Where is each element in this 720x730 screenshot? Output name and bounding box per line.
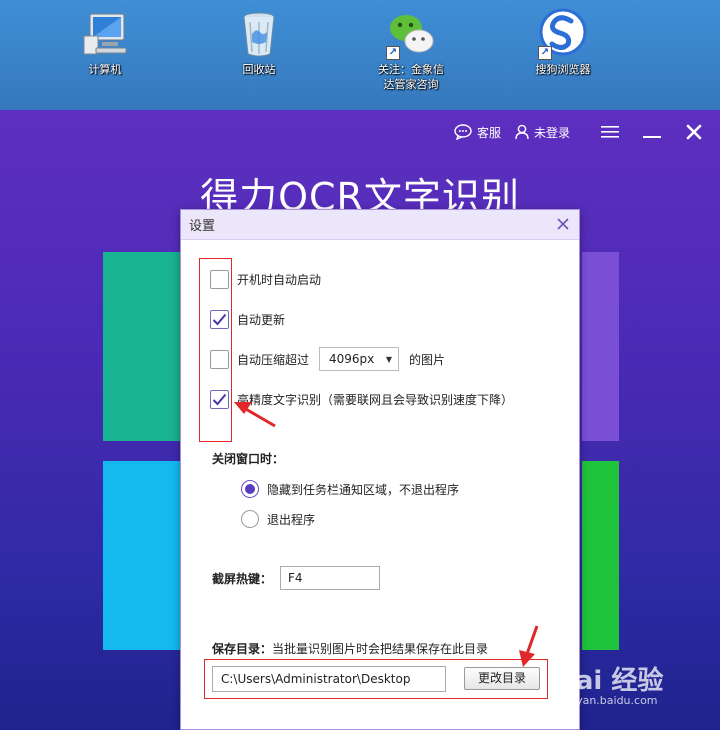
desktop-icon-wechat[interactable]: ↗ 关注：金象信 达管家咨询 bbox=[356, 8, 466, 92]
minimize-icon bbox=[643, 136, 661, 138]
customer-service-label: 客服 bbox=[476, 125, 501, 140]
feature-tile-violet[interactable] bbox=[582, 252, 619, 441]
close-option-exit: 退出程序 bbox=[241, 508, 315, 530]
compress-label-after: 的图片 bbox=[409, 352, 446, 367]
desktop-icon-label: 计算机 bbox=[88, 63, 122, 76]
compress-size-value: 4096px bbox=[329, 352, 375, 366]
chat-bubble-icon bbox=[454, 124, 472, 140]
desktop-icon-computer[interactable]: 计算机 bbox=[50, 8, 160, 77]
autostart-label: 开机时自动启动 bbox=[237, 272, 322, 287]
computer-icon bbox=[80, 8, 130, 58]
close-icon bbox=[557, 217, 569, 230]
desktop-icon-label: 搜狗浏览器 bbox=[535, 63, 591, 76]
close-icon bbox=[686, 124, 702, 140]
app-close-button[interactable] bbox=[684, 122, 704, 142]
user-icon bbox=[515, 124, 529, 140]
hide-to-tray-radio[interactable] bbox=[241, 480, 259, 498]
customer-service-button[interactable]: 客服 bbox=[454, 124, 501, 141]
login-label: 未登录 bbox=[533, 125, 570, 140]
login-button[interactable]: 未登录 bbox=[515, 124, 570, 141]
autostart-checkbox[interactable] bbox=[210, 269, 229, 289]
compress-size-select[interactable]: 4096px ▼ bbox=[319, 347, 400, 371]
change-directory-button[interactable]: 更改目录 bbox=[464, 667, 540, 690]
minimize-button[interactable] bbox=[642, 122, 662, 142]
save-dir-label: 保存目录： bbox=[212, 642, 273, 656]
menu-button[interactable] bbox=[600, 122, 620, 142]
exit-program-radio[interactable] bbox=[241, 510, 259, 528]
close-window-label: 关闭窗口时： bbox=[212, 452, 285, 466]
app-topbar: 客服 未登录 bbox=[440, 120, 704, 144]
dialog-close-button[interactable] bbox=[555, 217, 571, 233]
feature-tile-green[interactable] bbox=[582, 461, 619, 650]
autoupdate-label: 自动更新 bbox=[237, 312, 286, 327]
feature-tile-teal[interactable] bbox=[103, 252, 181, 441]
wechat-icon: ↗ bbox=[386, 8, 436, 60]
dialog-titlebar: 设置 bbox=[181, 210, 579, 240]
desktop: 计算机 回收站 ↗ 关注：金象信 达管家咨询 ↗ 搜狗浏览器 bbox=[0, 0, 720, 110]
compress-checkbox[interactable] bbox=[210, 349, 229, 369]
save-dir-hint: 当批量识别图片时会把结果保存在此目录 bbox=[272, 642, 489, 656]
hotkey-input[interactable]: F4 bbox=[280, 566, 380, 590]
close-option-hide: 隐藏到任务栏通知区域，不退出程序 bbox=[241, 478, 459, 500]
desktop-icon-recycle-bin[interactable]: 回收站 bbox=[204, 8, 314, 77]
caret-down-icon: ▼ bbox=[385, 354, 393, 364]
checkmark-icon bbox=[212, 393, 227, 405]
desktop-icon-label-line1: 关注：金象信 bbox=[378, 63, 444, 76]
option-autoupdate: 自动更新 bbox=[210, 307, 285, 331]
settings-dialog: 设置 开机时自动启动 自动更新 自动压缩超过 4096px ▼ 的图片 高精度文… bbox=[180, 209, 580, 730]
hamburger-menu-icon bbox=[601, 126, 619, 138]
hotkey-label: 截屏热键： bbox=[212, 572, 273, 586]
shortcut-arrow-icon: ↗ bbox=[538, 46, 552, 60]
checkmark-icon bbox=[212, 313, 227, 325]
save-path-input[interactable]: C:\Users\Administrator\Desktop bbox=[212, 666, 446, 692]
hide-to-tray-label: 隐藏到任务栏通知区域，不退出程序 bbox=[267, 482, 460, 497]
desktop-icon-label: 回收站 bbox=[242, 63, 276, 76]
compress-label-before: 自动压缩超过 bbox=[237, 352, 310, 367]
option-high-precision: 高精度文字识别（需要联网且会导致识别速度下降） bbox=[210, 387, 513, 411]
option-autostart: 开机时自动启动 bbox=[210, 267, 321, 291]
save-dir-row: 保存目录：当批量识别图片时会把结果保存在此目录 bbox=[212, 640, 488, 657]
option-compress: 自动压缩超过 4096px ▼ 的图片 bbox=[210, 347, 445, 371]
feature-tile-cyan[interactable] bbox=[103, 461, 181, 650]
desktop-icon-sogou-browser[interactable]: ↗ 搜狗浏览器 bbox=[508, 8, 618, 77]
recycle-bin-icon bbox=[234, 8, 284, 58]
exit-program-label: 退出程序 bbox=[267, 512, 316, 527]
sogou-browser-icon: ↗ bbox=[538, 8, 588, 60]
high-precision-label: 高精度文字识别（需要联网且会导致识别速度下降） bbox=[237, 392, 514, 407]
autoupdate-checkbox[interactable] bbox=[210, 309, 229, 329]
desktop-icon-label-line2: 达管家咨询 bbox=[383, 78, 439, 91]
shortcut-arrow-icon: ↗ bbox=[386, 46, 400, 60]
high-precision-checkbox[interactable] bbox=[210, 389, 229, 409]
dialog-title: 设置 bbox=[189, 219, 216, 234]
